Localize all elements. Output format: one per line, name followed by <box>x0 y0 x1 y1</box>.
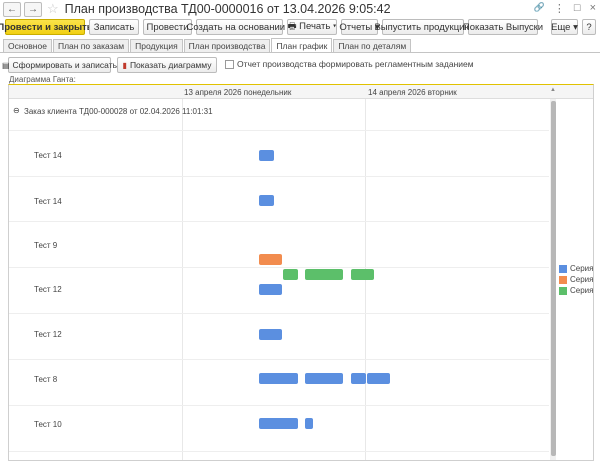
row-divider <box>9 359 549 360</box>
forward-button[interactable]: → <box>24 1 42 17</box>
row-divider <box>9 405 549 406</box>
command-bar: Провести и закрыть Записать Провести Соз… <box>0 19 600 37</box>
tab-schedule-plan[interactable]: План график <box>271 38 333 52</box>
form-tabs: Основное План по заказам Продукция План … <box>3 38 412 52</box>
row-divider <box>9 313 549 314</box>
show-issues-button[interactable]: Показать Выпуски <box>463 19 543 35</box>
row-label: Тест 9 <box>34 241 58 250</box>
row-label: Тест 14 <box>34 197 62 206</box>
scroll-up-icon[interactable]: ▲ <box>550 87 556 93</box>
day-divider-2 <box>365 99 366 460</box>
gantt-label: Диаграмма Ганта: <box>9 75 76 84</box>
gantt-bar-series-3[interactable] <box>305 269 343 280</box>
legend-swatch-series-3 <box>559 286 567 295</box>
restore-icon[interactable]: □ <box>574 2 581 15</box>
gantt-bar-series-1[interactable] <box>367 373 390 384</box>
gantt-bar-series-1[interactable] <box>305 373 343 384</box>
create-based-on-button[interactable]: Создать на основании ▾ <box>187 19 292 35</box>
gantt-bar-series-1[interactable] <box>259 373 298 384</box>
issue-production-button[interactable]: Выпустить продукцию <box>374 19 472 35</box>
more-vertical-icon[interactable]: ⋮ <box>554 2 565 15</box>
row-label: Тест 12 <box>34 330 62 339</box>
gantt-bar-series-1[interactable] <box>259 150 274 161</box>
legend-item: Серия 2 <box>559 274 594 285</box>
scheduled-job-checkbox-label: Отчет производства формировать регламент… <box>237 59 474 69</box>
order-label: Заказ клиента ТД00-000028 от 02.04.2026 … <box>24 107 213 116</box>
title-bar: ← → ☆ План производства ТД00-0000016 от … <box>0 0 600 18</box>
tab-plan-by-orders[interactable]: План по заказам <box>52 39 130 52</box>
row-label: Тест 8 <box>34 375 58 384</box>
row-divider <box>9 451 549 452</box>
row-label: Тест 10 <box>34 420 62 429</box>
tab-plan-by-parts[interactable]: План по деталям <box>333 39 412 52</box>
more-button[interactable]: Еще ▾ <box>551 19 578 35</box>
form-and-write-button[interactable]: ▤ Сформировать и записать <box>2 57 117 73</box>
help-button[interactable]: ? <box>582 19 596 35</box>
day-divider-1 <box>182 99 183 460</box>
print-button[interactable]: 🖶 Печать ▾ <box>287 19 337 35</box>
date-header-2: 14 апреля 2026 вторник <box>368 88 457 97</box>
tab-main[interactable]: Основное <box>3 39 52 52</box>
tab-products[interactable]: Продукция <box>130 39 183 52</box>
close-icon[interactable]: × <box>590 2 596 15</box>
row-divider <box>9 221 549 222</box>
gantt-bar-series-1[interactable] <box>259 418 298 429</box>
scrollbar-thumb[interactable] <box>551 101 556 456</box>
arrow-left-icon: ← <box>7 3 17 15</box>
legend-swatch-series-2 <box>559 275 567 284</box>
gantt-bar-series-1[interactable] <box>305 418 313 429</box>
legend-swatch-series-1 <box>559 264 567 273</box>
row-label: Тест 12 <box>34 285 62 294</box>
form-icon: ▤ <box>1 60 10 70</box>
legend-item: Серия 1 <box>559 263 594 274</box>
scheduled-job-checkbox[interactable] <box>225 60 234 69</box>
window-title: План производства ТД00-0000016 от 13.04.… <box>64 2 391 16</box>
form-and-write-label: Сформировать и записать <box>12 60 118 70</box>
chart-legend: Серия 1 Серия 2 Серия 3 <box>559 263 594 296</box>
date-header-1: 13 апреля 2026 понедельник <box>184 88 292 97</box>
gantt-bar-series-3[interactable] <box>283 269 298 280</box>
chart-icon: ▮ <box>122 60 127 70</box>
tab-production-plan[interactable]: План производства <box>183 39 271 52</box>
gantt-bar-series-2[interactable] <box>259 254 282 265</box>
favorite-star-icon[interactable]: ☆ <box>47 1 59 17</box>
legend-label: Серия 2 <box>570 275 594 284</box>
gantt-bar-series-1[interactable] <box>259 329 282 340</box>
action-row: ▤ Сформировать и записать ▮ Показать диа… <box>0 57 600 73</box>
row-divider <box>9 176 549 177</box>
legend-item: Серия 3 <box>559 285 594 296</box>
gantt-bar-series-1[interactable] <box>351 373 366 384</box>
row-divider <box>9 267 549 268</box>
legend-label: Серия 3 <box>570 286 594 295</box>
reports-button[interactable]: Отчеты ▾ <box>339 19 380 35</box>
legend-label: Серия 1 <box>570 264 594 273</box>
tab-divider <box>0 52 600 53</box>
show-chart-label: Показать диаграмму <box>129 60 212 70</box>
row-label: Тест 14 <box>34 151 62 160</box>
gantt-header: 13 апреля 2026 понедельник 14 апреля 202… <box>9 85 593 99</box>
gantt-chart[interactable]: 13 апреля 2026 понедельник 14 апреля 202… <box>8 84 594 461</box>
gantt-bar-series-1[interactable] <box>259 195 274 206</box>
row-divider <box>9 130 549 131</box>
post-and-close-button[interactable]: Провести и закрыть <box>0 19 93 35</box>
post-button[interactable]: Провести <box>143 19 192 35</box>
show-chart-button[interactable]: ▮ Показать диаграмму <box>117 57 217 73</box>
gantt-bar-series-1[interactable] <box>259 284 282 295</box>
link-icon[interactable]: 🔗 <box>534 2 545 15</box>
arrow-right-icon: → <box>28 3 38 15</box>
back-button[interactable]: ← <box>3 1 21 17</box>
expand-collapse-icon[interactable]: ⊖ <box>13 106 20 115</box>
write-button[interactable]: Записать <box>89 19 139 35</box>
gantt-bar-series-3[interactable] <box>351 269 374 280</box>
